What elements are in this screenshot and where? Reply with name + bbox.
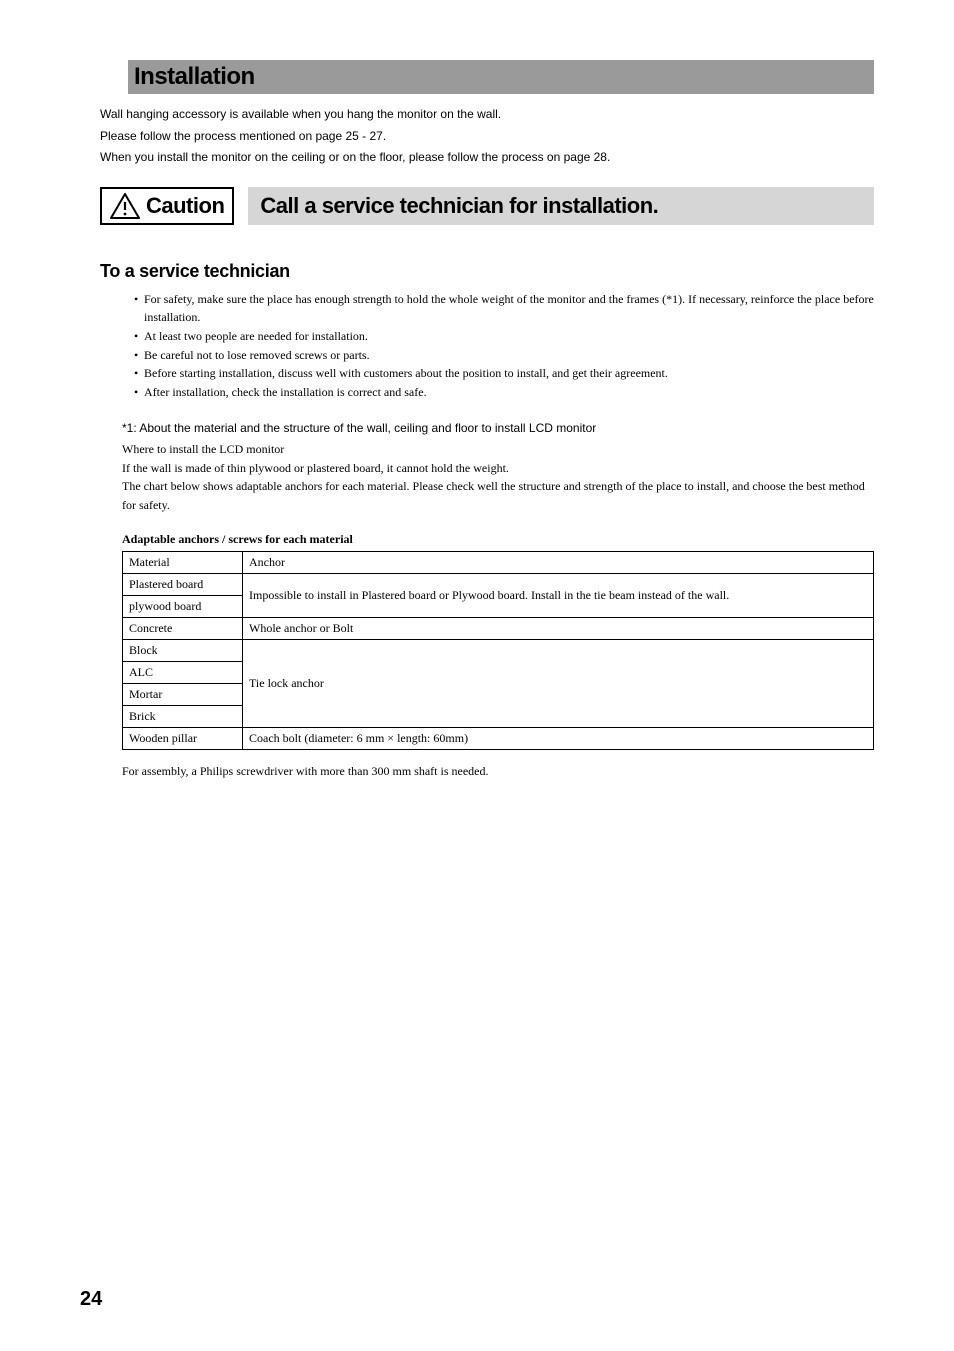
list-item: Before starting installation, discuss we… bbox=[134, 364, 874, 383]
note-line: If the wall is made of thin plywood or p… bbox=[122, 459, 874, 478]
table-cell: plywood board bbox=[123, 596, 243, 618]
note-heading: *1: About the material and the structure… bbox=[122, 419, 874, 438]
table-cell: Coach bolt (diameter: 6 mm × length: 60m… bbox=[243, 728, 874, 750]
table-row: Block Tie lock anchor bbox=[123, 640, 874, 662]
intro-line: Wall hanging accessory is available when… bbox=[100, 104, 874, 126]
table-header-cell: Material bbox=[123, 552, 243, 574]
table-cell: ALC bbox=[123, 662, 243, 684]
note-line: The chart below shows adaptable anchors … bbox=[122, 477, 874, 514]
page-container: Installation Wall hanging accessory is a… bbox=[0, 0, 954, 1351]
note-block: *1: About the material and the structure… bbox=[122, 419, 874, 514]
title-bar-indent bbox=[100, 60, 128, 94]
table-cell: Impossible to install in Plastered board… bbox=[243, 574, 874, 618]
intro-block: Wall hanging accessory is available when… bbox=[100, 104, 874, 169]
table-cell: Mortar bbox=[123, 684, 243, 706]
anchor-table: Material Anchor Plastered board Impossib… bbox=[122, 551, 874, 750]
table-cell: Brick bbox=[123, 706, 243, 728]
caution-box: Caution bbox=[100, 187, 234, 225]
table-row: Concrete Whole anchor or Bolt bbox=[123, 618, 874, 640]
section-heading: To a service technician bbox=[100, 261, 874, 282]
table-cell: Plastered board bbox=[123, 574, 243, 596]
table-cell: Block bbox=[123, 640, 243, 662]
table-row: Wooden pillar Coach bolt (diameter: 6 mm… bbox=[123, 728, 874, 750]
table-cell: Tie lock anchor bbox=[243, 640, 874, 728]
caution-banner-text: Call a service technician for installati… bbox=[260, 193, 658, 219]
page-number: 24 bbox=[80, 1288, 102, 1311]
caution-banner: Call a service technician for installati… bbox=[248, 187, 874, 225]
after-table-note: For assembly, a Philips screwdriver with… bbox=[122, 764, 874, 779]
list-item: At least two people are needed for insta… bbox=[134, 327, 874, 346]
bullet-list: For safety, make sure the place has enou… bbox=[134, 290, 874, 402]
page-title: Installation bbox=[128, 63, 255, 91]
caution-row: Caution Call a service technician for in… bbox=[100, 187, 874, 225]
table-cell: Concrete bbox=[123, 618, 243, 640]
list-item: After installation, check the installati… bbox=[134, 383, 874, 402]
list-item: Be careful not to lose removed screws or… bbox=[134, 346, 874, 365]
intro-line: Please follow the process mentioned on p… bbox=[100, 126, 874, 148]
intro-line: When you install the monitor on the ceil… bbox=[100, 147, 874, 169]
table-row: Material Anchor bbox=[123, 552, 874, 574]
list-item: For safety, make sure the place has enou… bbox=[134, 290, 874, 327]
table-header-cell: Anchor bbox=[243, 552, 874, 574]
caution-label: Caution bbox=[146, 193, 224, 219]
warning-icon bbox=[110, 193, 140, 219]
table-caption: Adaptable anchors / screws for each mate… bbox=[122, 532, 874, 547]
title-bar: Installation bbox=[100, 60, 874, 94]
table-row: Plastered board Impossible to install in… bbox=[123, 574, 874, 596]
note-line: Where to install the LCD monitor bbox=[122, 440, 874, 459]
table-cell: Whole anchor or Bolt bbox=[243, 618, 874, 640]
table-cell: Wooden pillar bbox=[123, 728, 243, 750]
